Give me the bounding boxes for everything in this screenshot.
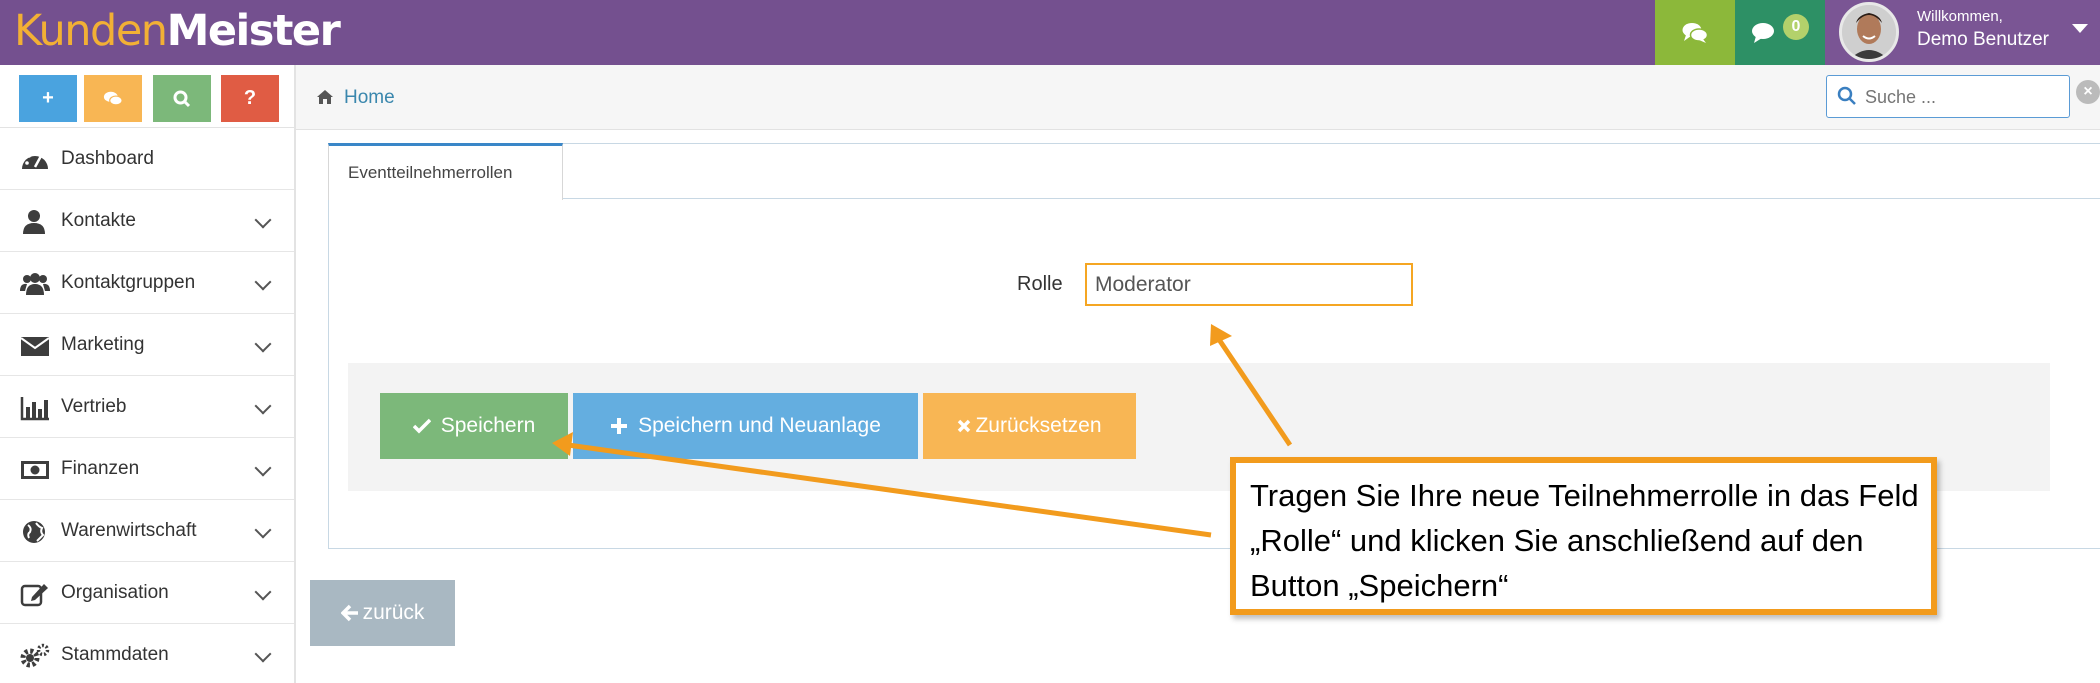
breadcrumb-home[interactable]: Home (344, 87, 395, 109)
save-button[interactable]: Speichern (380, 393, 568, 459)
cogs-icon (20, 643, 50, 668)
back-button-label: zurück (362, 601, 425, 624)
edit-icon (20, 584, 48, 607)
user-menu[interactable]: Willkommen, Demo Benutzer (1825, 0, 2100, 65)
chevron-down-icon[interactable] (2072, 24, 2088, 33)
home-icon (317, 90, 333, 104)
quick-chat-button[interactable] (84, 75, 142, 122)
sidebar-item-stammdaten[interactable]: Stammdaten (0, 624, 294, 683)
sidebar-item-warenwirtschaft[interactable]: Warenwirtschaft (0, 500, 294, 562)
users-icon (20, 273, 50, 295)
envelope-icon (20, 337, 50, 356)
messages-button[interactable]: 0 (1735, 0, 1825, 65)
chevron-down-icon (254, 211, 272, 229)
user-name: Demo Benutzer (1917, 29, 2050, 50)
sidebar: + ? Dashboard Kontakte Kontaktgruppen Ma… (0, 65, 296, 683)
sidebar-item-vertrieb[interactable]: Vertrieb (0, 376, 294, 438)
sidebar-item-label: Kontaktgruppen (61, 272, 196, 293)
close-icon (958, 419, 971, 433)
dashboard-icon (22, 151, 48, 169)
back-button[interactable]: zurück (310, 580, 455, 646)
sidebar-item-label: Stammdaten (61, 644, 169, 665)
quick-help-button[interactable]: ? (221, 75, 279, 122)
search-icon (173, 90, 191, 107)
sidebar-item-label: Dashboard (61, 148, 154, 169)
user-avatar (1839, 2, 1899, 62)
sidebar-item-label: Warenwirtschaft (61, 520, 197, 541)
sidebar-item-marketing[interactable]: Marketing (0, 314, 294, 376)
sidebar-item-label: Vertrieb (61, 396, 127, 417)
close-icon[interactable]: × (2076, 80, 2100, 104)
search-box[interactable] (1826, 75, 2070, 118)
app-logo[interactable]: KundenMeister (14, 6, 341, 56)
save-button-label: Speichern (440, 414, 536, 437)
chevron-down-icon (254, 521, 272, 539)
rolle-field[interactable] (1085, 263, 1413, 306)
tab-label: Eventteilnehmerrollen (348, 163, 513, 182)
messages-count-badge: 0 (1783, 13, 1809, 40)
search-icon (1837, 86, 1856, 105)
tab-eventteilnehmerrollen[interactable]: Eventteilnehmerrollen (328, 143, 563, 200)
instruction-callout: Tragen Sie Ihre neue Teilnehmerrolle in … (1230, 457, 1937, 615)
sidebar-item-kontakte[interactable]: Kontakte (0, 190, 294, 252)
plus-icon: + (42, 87, 54, 109)
arrow-left-icon (340, 604, 358, 622)
sidebar-item-kontaktgruppen[interactable]: Kontaktgruppen (0, 252, 294, 314)
plus-icon (611, 418, 628, 434)
money-icon (21, 461, 49, 479)
callout-text: Tragen Sie Ihre neue Teilnehmerrolle in … (1250, 478, 1919, 603)
sidebar-item-dashboard[interactable]: Dashboard (0, 128, 294, 190)
reset-button-label: Zurücksetzen (975, 414, 1102, 437)
chat-button[interactable] (1655, 0, 1735, 65)
sidebar-item-label: Marketing (61, 334, 145, 355)
chevron-down-icon (254, 397, 272, 415)
logo-part-meister: Meister (166, 6, 341, 56)
welcome-text: Willkommen, (1917, 8, 2003, 25)
question-icon: ? (243, 87, 257, 109)
search-input[interactable] (1865, 84, 2055, 110)
comment-icon (1752, 22, 1774, 43)
quick-add-button[interactable]: + (19, 75, 77, 122)
sidebar-item-finanzen[interactable]: Finanzen (0, 438, 294, 500)
tab-divider (328, 198, 2100, 199)
chevron-down-icon (254, 583, 272, 601)
breadcrumb-bar: Home × (296, 65, 2100, 130)
sidebar-item-label: Kontakte (61, 210, 136, 231)
quick-search-button[interactable] (153, 75, 211, 122)
sidebar-item-organisation[interactable]: Organisation (0, 562, 294, 624)
chevron-down-icon (254, 273, 272, 291)
check-icon (412, 418, 431, 434)
user-icon (23, 210, 45, 234)
top-bar: KundenMeister 0 Willkommen, Demo Benutze… (0, 0, 2100, 65)
rolle-label: Rolle (1017, 273, 1063, 295)
save-and-new-button-label: Speichern und Neuanlage (638, 414, 881, 437)
bar-chart-icon (20, 397, 49, 421)
logo-part-kunden: Kunden (14, 6, 168, 56)
chevron-down-icon (254, 645, 272, 663)
comments-icon (1682, 22, 1708, 43)
sidebar-item-label: Finanzen (61, 458, 140, 479)
chevron-down-icon (254, 335, 272, 353)
globe-icon (23, 521, 45, 543)
chevron-down-icon (254, 459, 272, 477)
avatar-photo-icon (1842, 5, 1896, 59)
reset-button[interactable]: Zurücksetzen (923, 393, 1136, 459)
comments-icon (103, 91, 123, 105)
save-and-new-button[interactable]: Speichern und Neuanlage (573, 393, 918, 459)
sidebar-item-label: Organisation (61, 582, 169, 603)
